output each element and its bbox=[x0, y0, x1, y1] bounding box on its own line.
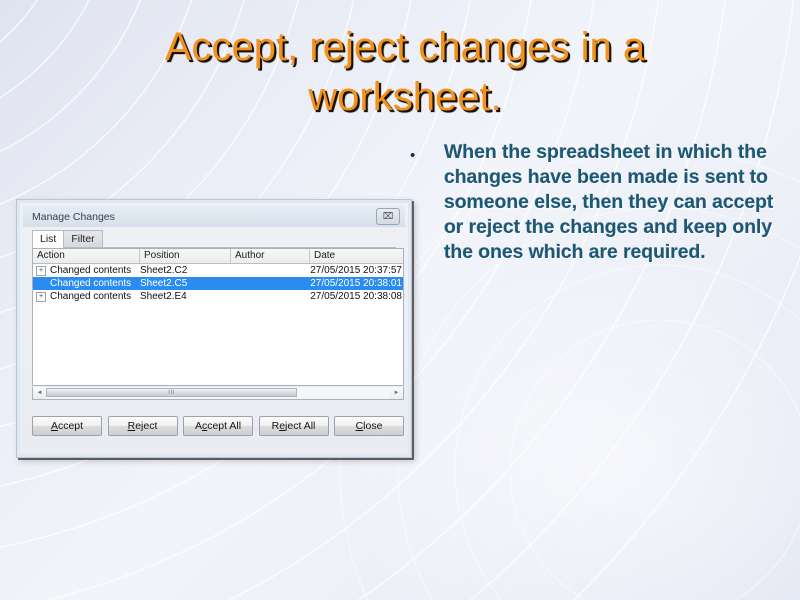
body-content: • When the spreadsheet in which the chan… bbox=[410, 140, 780, 265]
table-header-row: Action Position Author Date bbox=[33, 249, 403, 264]
scroll-left-arrow-icon[interactable]: ◄ bbox=[33, 387, 46, 399]
accept-button[interactable]: Accept bbox=[32, 416, 102, 436]
cell-position: Sheet2.E4 bbox=[140, 291, 187, 302]
list-item: • When the spreadsheet in which the chan… bbox=[410, 140, 780, 265]
dialog-button-bar: Accept Reject Ac cept All Re ject All Clos… bbox=[32, 416, 404, 436]
cell-action: Changed contents bbox=[50, 291, 132, 302]
column-header-date[interactable]: Date bbox=[310, 249, 403, 263]
column-header-author[interactable]: Author bbox=[231, 249, 310, 263]
cell-action: Changed contents bbox=[50, 265, 132, 276]
cell-date: 27/05/2015 20:38:01 bbox=[310, 278, 402, 289]
dialog-frame: Manage Changes ⌧ List Filter Action Posi… bbox=[17, 200, 411, 457]
table-row[interactable]: Changed contents Sheet2.C5 27/05/2015 20… bbox=[33, 277, 403, 290]
expander-icon[interactable]: + bbox=[33, 265, 49, 276]
bullet-text: When the spreadsheet in which the change… bbox=[444, 141, 774, 263]
cell-action: Changed contents bbox=[50, 278, 132, 289]
close-icon[interactable]: ⌧ bbox=[376, 208, 400, 225]
dialog-titlebar[interactable]: Manage Changes ⌧ bbox=[23, 206, 405, 227]
expand-plus-icon[interactable]: + bbox=[36, 265, 46, 276]
cell-date: 27/05/2015 20:38:08 bbox=[310, 291, 402, 302]
accept-all-button[interactable]: Ac cept All bbox=[183, 416, 253, 436]
cell-position: Sheet2.C5 bbox=[140, 278, 188, 289]
bullet-marker-icon: • bbox=[410, 147, 416, 164]
expander-icon[interactable]: + bbox=[33, 291, 49, 302]
reject-button[interactable]: Reject bbox=[107, 416, 178, 436]
close-button[interactable]: Close bbox=[334, 416, 404, 436]
page-title: Accept, reject changes in a worksheet. bbox=[164, 25, 646, 119]
manage-changes-dialog: Manage Changes ⌧ List Filter Action Posi… bbox=[16, 199, 412, 458]
scrollbar-track[interactable]: III bbox=[46, 387, 390, 399]
table-row[interactable]: + Changed contents Sheet2.C2 27/05/2015 … bbox=[33, 264, 403, 277]
reject-all-button[interactable]: Re ject All bbox=[258, 416, 329, 436]
horizontal-scrollbar[interactable]: ◄ III ► bbox=[32, 387, 404, 400]
expand-plus-icon[interactable]: + bbox=[36, 291, 46, 302]
dialog-title: Manage Changes bbox=[32, 210, 115, 223]
column-header-position[interactable]: Position bbox=[140, 249, 231, 263]
tab-filter[interactable]: Filter bbox=[63, 230, 103, 247]
slide-canvas: Accept, reject changes in a worksheet. •… bbox=[0, 0, 800, 600]
table-row[interactable]: + Changed contents Sheet2.E4 27/05/2015 … bbox=[33, 290, 403, 303]
column-header-action[interactable]: Action bbox=[33, 249, 140, 263]
tab-list[interactable]: List bbox=[32, 230, 65, 248]
scrollbar-thumb[interactable]: III bbox=[46, 388, 298, 397]
scroll-right-arrow-icon[interactable]: ► bbox=[390, 387, 403, 399]
dialog-tabstrip: List Filter bbox=[32, 230, 396, 248]
changes-listbox[interactable]: Action Position Author Date + Changed co… bbox=[32, 248, 404, 386]
cell-date: 27/05/2015 20:37:57 bbox=[310, 265, 402, 276]
cell-position: Sheet2.C2 bbox=[140, 265, 188, 276]
